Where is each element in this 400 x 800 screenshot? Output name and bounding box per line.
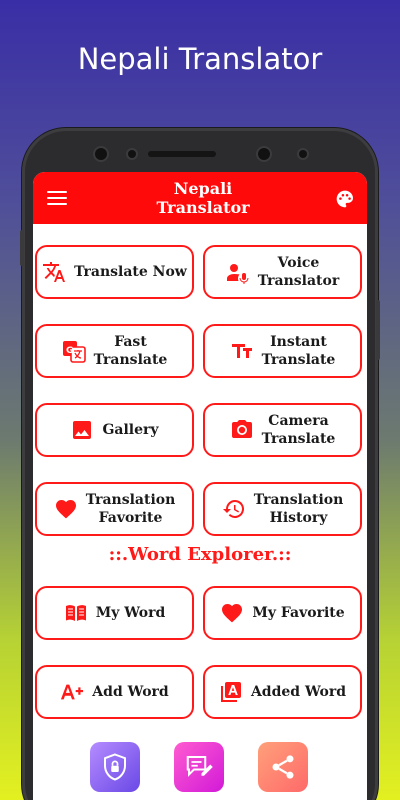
translation-history-button[interactable]: Translation History (203, 482, 362, 536)
instant-translate-button[interactable]: Instant Translate (203, 324, 362, 378)
gallery-label: Gallery (102, 422, 159, 438)
promo-title: Nepali Translator (77, 42, 323, 76)
fast-translate-button[interactable]: G Fast Translate (35, 324, 194, 378)
phone-side-button (20, 230, 24, 266)
phone-side-button (376, 300, 380, 360)
feedback-edit-icon[interactable] (174, 742, 224, 792)
translate-icon (42, 260, 66, 284)
image-icon (70, 418, 94, 442)
sensor (299, 150, 307, 158)
svg-text:G: G (66, 346, 73, 356)
privacy-shield-icon[interactable] (90, 742, 140, 792)
book-icon (64, 601, 88, 625)
front-camera (95, 148, 107, 160)
my-favorite-label: My Favorite (252, 605, 345, 621)
history-icon (222, 497, 246, 521)
voice-person-icon (226, 260, 250, 284)
translate-now-label: Translate Now (74, 264, 187, 280)
voice-translator-label: Voice Translator (257, 255, 340, 289)
word-explorer-heading: ::.Word Explorer.:: (108, 544, 292, 565)
add-word-label: Add Word (92, 684, 169, 700)
a-plus-icon (60, 680, 84, 704)
translation-history-label: Translation History (253, 492, 344, 526)
add-word-button[interactable]: Add Word (35, 665, 194, 719)
translation-favorite-label: Translation Favorite (85, 492, 176, 526)
fast-translate-label: Fast Translate (93, 334, 168, 368)
camera-translate-label: Camera Translate (261, 413, 336, 447)
sensor (128, 150, 136, 158)
voice-translator-button[interactable]: Voice Translator (203, 245, 362, 299)
app-screen: Nepali Translator Translate Now Voice Tr… (33, 172, 367, 800)
added-word-label: Added Word (250, 684, 347, 700)
speaker-grille (148, 151, 216, 157)
gallery-button[interactable]: Gallery (35, 403, 194, 457)
instant-translate-label: Instant Translate (261, 334, 336, 368)
heart-icon (54, 497, 78, 521)
app-bar: Nepali Translator (33, 172, 367, 224)
camera-icon (230, 418, 254, 442)
google-translate-icon: G (62, 339, 86, 363)
proximity-sensor (258, 148, 270, 160)
letter-a-box-icon (219, 680, 243, 704)
translate-now-button[interactable]: Translate Now (35, 245, 194, 299)
my-word-label: My Word (95, 605, 166, 621)
share-icon[interactable] (258, 742, 308, 792)
my-word-button[interactable]: My Word (35, 586, 194, 640)
my-favorite-button[interactable]: My Favorite (203, 586, 362, 640)
translation-favorite-button[interactable]: Translation Favorite (35, 482, 194, 536)
hamburger-menu-icon[interactable] (47, 191, 67, 205)
heart-icon (220, 601, 244, 625)
palette-icon[interactable] (335, 189, 355, 209)
text-size-icon (230, 339, 254, 363)
app-title: Nepali Translator (156, 179, 250, 217)
added-word-button[interactable]: Added Word (203, 665, 362, 719)
camera-translate-button[interactable]: Camera Translate (203, 403, 362, 457)
